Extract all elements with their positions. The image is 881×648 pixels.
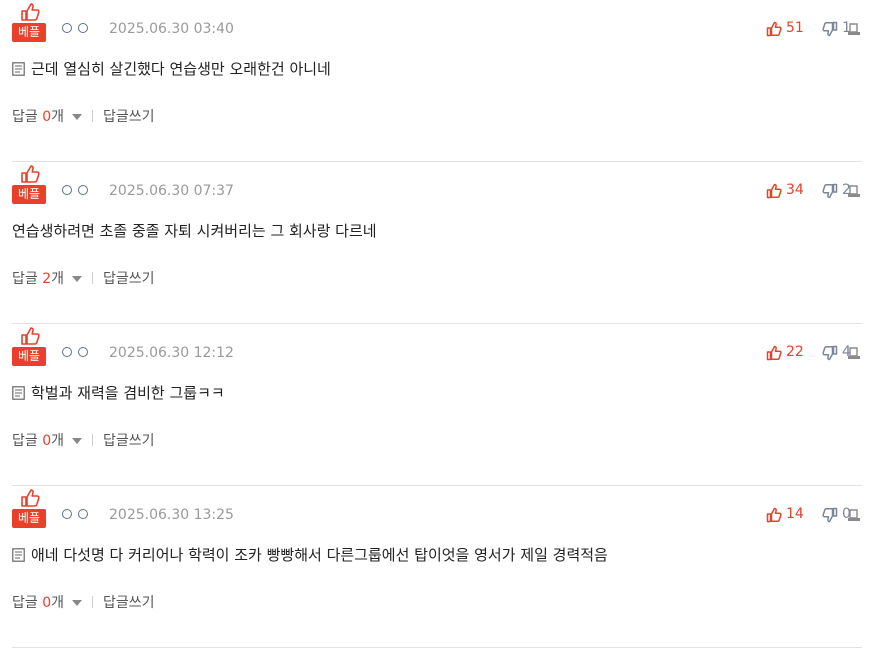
comment-item: 베플 2025.06.30 12:12 22 4 학벌과 재력을 겸비한 그룹ㅋ… — [12, 324, 862, 486]
thumbs-up-icon — [766, 345, 782, 361]
comment-item: 베플 2025.06.30 07:37 34 2 연습생하려면 초졸 중졸 자퇴… — [12, 162, 862, 324]
reply-unit: 개 — [51, 271, 65, 287]
thumbs-down-icon — [822, 345, 838, 361]
best-badge: 베플 — [12, 489, 46, 529]
memo-icon — [12, 386, 25, 400]
comment-body: 학벌과 재력을 겸비한 그룹ㅋㅋ — [31, 384, 225, 402]
report-icon[interactable] — [846, 508, 862, 522]
comment-body: 애네 다섯명 다 커리어나 학력이 조카 빵빵해서 다른그룹에선 탑이엇을 영서… — [31, 546, 608, 564]
thumbs-up-icon — [766, 21, 782, 37]
comment-body: 근데 열심히 살긴했다 연습생만 오래한건 아니네 — [31, 60, 331, 78]
report-icon[interactable] — [846, 346, 862, 360]
write-reply-link[interactable]: 답글쓰기 — [103, 109, 155, 125]
reply-toolbar: 답글 2개 답글쓰기 — [12, 268, 155, 288]
thumbs-up-best-icon — [21, 165, 40, 183]
divider — [92, 110, 94, 122]
memo-icon — [12, 548, 25, 562]
author-rings-icon[interactable] — [62, 22, 92, 34]
caret-down-icon — [72, 114, 83, 120]
best-label: 베플 — [12, 185, 46, 204]
comment-date: 2025.06.30 03:40 — [109, 21, 234, 37]
reply-count: 2 — [42, 271, 52, 287]
comment-date: 2025.06.30 07:37 — [109, 183, 234, 199]
thumbs-up-best-icon — [21, 327, 40, 345]
report-icon[interactable] — [846, 22, 862, 36]
comment-item: 베플 2025.06.30 03:40 51 1 근데 열심히 살긴했다 연습생… — [12, 0, 862, 162]
best-label: 베플 — [12, 347, 46, 366]
reply-toggle[interactable]: 답글 0개 — [12, 595, 83, 611]
upvote-count: 34 — [786, 182, 804, 198]
thumbs-down-icon — [822, 507, 838, 523]
reply-label: 답글 — [12, 271, 43, 287]
caret-down-icon — [72, 600, 83, 606]
author-rings-icon[interactable] — [62, 346, 92, 358]
upvote-count: 51 — [786, 20, 804, 36]
thumbs-up-best-icon — [21, 489, 40, 507]
reply-unit: 개 — [51, 109, 65, 125]
thumbs-up-icon — [766, 507, 782, 523]
comment-body: 연습생하려면 초졸 중졸 자퇴 시켜버리는 그 회사랑 다르네 — [12, 222, 377, 240]
memo-icon — [12, 62, 25, 76]
divider — [92, 596, 94, 608]
comment-text: 연습생하려면 초졸 중졸 자퇴 시켜버리는 그 회사랑 다르네 — [12, 220, 377, 241]
reply-toolbar: 답글 0개 답글쓰기 — [12, 592, 155, 612]
write-reply-link[interactable]: 답글쓰기 — [103, 271, 155, 287]
reply-unit: 개 — [51, 433, 65, 449]
best-badge: 베플 — [12, 327, 46, 367]
reply-toggle[interactable]: 답글 0개 — [12, 433, 83, 449]
best-label: 베플 — [12, 23, 46, 42]
comment-item: 베플 2025.06.30 13:25 14 0 애네 다섯명 다 커리어나 학… — [12, 486, 862, 648]
write-reply-link[interactable]: 답글쓰기 — [103, 433, 155, 449]
comment-list: 베플 2025.06.30 03:40 51 1 근데 열심히 살긴했다 연습생… — [0, 0, 881, 648]
reply-unit: 개 — [51, 595, 65, 611]
divider — [92, 272, 94, 284]
comment-date: 2025.06.30 12:12 — [109, 345, 234, 361]
best-label: 베플 — [12, 509, 46, 528]
thumbs-down-icon — [822, 21, 838, 37]
upvote-count: 14 — [786, 506, 804, 522]
comment-date: 2025.06.30 13:25 — [109, 507, 234, 523]
reply-toolbar: 답글 0개 답글쓰기 — [12, 106, 155, 126]
author-rings-icon[interactable] — [62, 184, 92, 196]
thumbs-up-best-icon — [21, 3, 40, 21]
author-rings-icon[interactable] — [62, 508, 92, 520]
best-badge: 베플 — [12, 165, 46, 205]
thumbs-down-icon — [822, 183, 838, 199]
reply-count: 0 — [42, 109, 52, 125]
divider — [92, 434, 94, 446]
caret-down-icon — [72, 276, 83, 282]
reply-toggle[interactable]: 답글 2개 — [12, 271, 83, 287]
reply-toggle[interactable]: 답글 0개 — [12, 109, 83, 125]
reply-label: 답글 — [12, 109, 43, 125]
reply-label: 답글 — [12, 433, 43, 449]
report-icon[interactable] — [846, 184, 862, 198]
best-badge: 베플 — [12, 3, 46, 43]
reply-toolbar: 답글 0개 답글쓰기 — [12, 430, 155, 450]
write-reply-link[interactable]: 답글쓰기 — [103, 595, 155, 611]
comment-text: 근데 열심히 살긴했다 연습생만 오래한건 아니네 — [12, 58, 331, 79]
comment-text: 학벌과 재력을 겸비한 그룹ㅋㅋ — [12, 382, 225, 403]
comment-text: 애네 다섯명 다 커리어나 학력이 조카 빵빵해서 다른그룹에선 탑이엇을 영서… — [12, 544, 608, 565]
thumbs-up-icon — [766, 183, 782, 199]
reply-label: 답글 — [12, 595, 43, 611]
reply-count: 0 — [42, 433, 52, 449]
upvote-count: 22 — [786, 344, 804, 360]
reply-count: 0 — [42, 595, 52, 611]
caret-down-icon — [72, 438, 83, 444]
